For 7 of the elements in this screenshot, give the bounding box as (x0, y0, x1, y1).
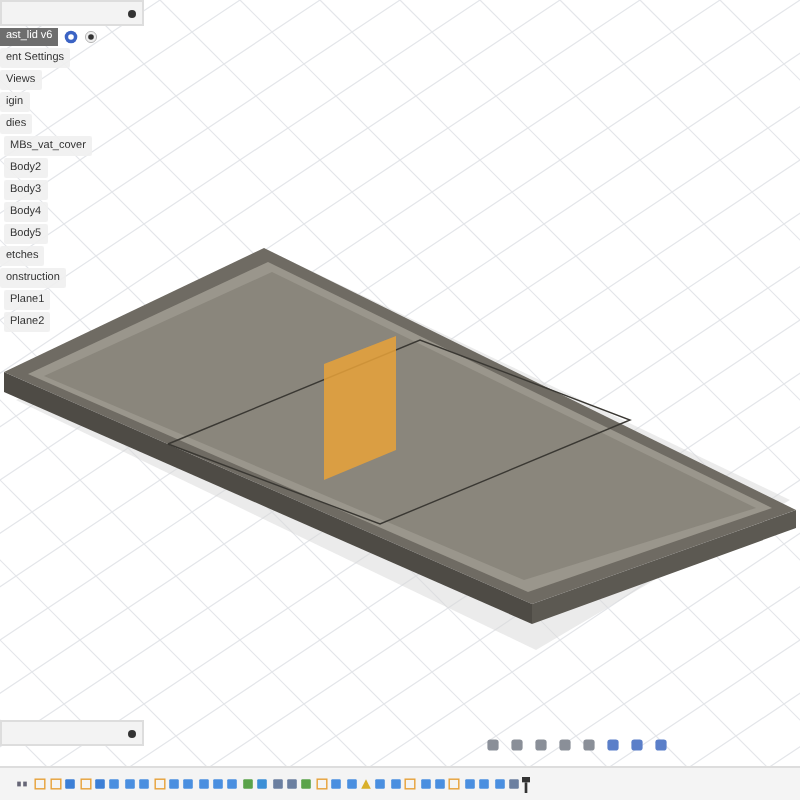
marker-icon[interactable] (522, 775, 531, 793)
circle-icon[interactable] (64, 30, 79, 44)
pin-icon (128, 9, 136, 17)
pin-icon (128, 729, 136, 737)
playback-icon[interactable] (16, 778, 28, 790)
plane-drawing (324, 336, 396, 480)
dot-icon[interactable] (84, 30, 99, 44)
